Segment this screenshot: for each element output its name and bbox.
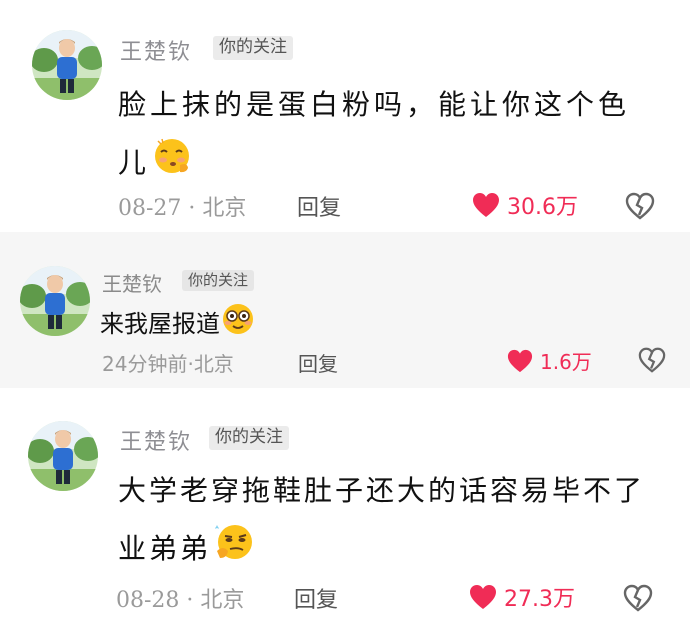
like-count: 30.6万 [507,195,578,220]
like-count: 1.6万 [540,350,592,374]
avatar[interactable] [32,30,102,100]
comment-text: 大学老穿拖鞋肚子还大的话容易毕不了业弟弟 [118,462,663,581]
broken-heart-icon [623,584,653,612]
dislike-button[interactable] [624,191,656,225]
reply-button[interactable]: 回复 [298,348,338,377]
comment-meta: 24分钟前·北京 [102,352,234,376]
heart-icon [507,349,533,372]
reply-button[interactable]: 回复 [294,582,338,614]
like-button[interactable]: 30.6万 [471,189,578,221]
comment-date: 24分钟前 [102,352,188,376]
username[interactable]: 王楚钦 [120,424,192,456]
dislike-button[interactable] [637,346,667,378]
comment-date: 08-27 [118,196,182,221]
comment-text: 来我屋报道 [100,302,256,348]
avatar[interactable] [20,266,90,336]
heart-icon [470,585,496,609]
like-button[interactable]: 27.3万 [468,581,575,613]
following-badge: 你的关注 [213,36,293,60]
comment-text-body: 脸上抹的是蛋白粉吗，能让你这个色儿 [118,88,631,179]
comment-item: 王楚钦 你的关注 脸上抹的是蛋白粉吗，能让你这个色儿 08-27 · 北京 回复… [0,0,690,232]
comment-location: 北京 [202,196,247,221]
comment-location: 北京 [193,352,234,376]
comment-item: 王楚钦 你的关注 大学老穿拖鞋肚子还大的话容易毕不了业弟弟 08-28 · 北京… [0,388,690,619]
broken-heart-icon [638,347,666,373]
comment-text: 脸上抹的是蛋白粉吗，能让你这个色儿 [118,76,658,195]
flushed-face-emoji [220,302,256,348]
avatar[interactable] [28,421,98,491]
following-badge: 你的关注 [182,270,255,292]
comment-meta: 08-28 · 北京 [116,588,245,613]
following-badge: 你的关注 [209,426,289,450]
username[interactable]: 王楚钦 [102,268,162,297]
comment-location: 北京 [200,588,245,613]
username[interactable]: 王楚钦 [120,34,192,66]
comment-date: 08-28 [116,588,180,613]
shushing-face-emoji [150,135,194,195]
comment-item: 王楚钦 你的关注 来我屋报道 24分钟前·北京 回复 1.6万 [0,232,690,388]
heart-icon [473,193,499,217]
comment-meta: 08-27 · 北京 [118,196,247,221]
broken-heart-icon [625,192,655,220]
smirking-thinking-face-emoji [211,521,257,581]
comment-text-body: 大学老穿拖鞋肚子还大的话容易毕不了业弟弟 [118,474,646,565]
comment-text-body: 来我屋报道 [100,310,220,338]
like-count: 27.3万 [504,587,575,612]
reply-button[interactable]: 回复 [297,190,341,222]
dislike-button[interactable] [622,583,654,617]
like-button[interactable]: 1.6万 [506,346,592,375]
